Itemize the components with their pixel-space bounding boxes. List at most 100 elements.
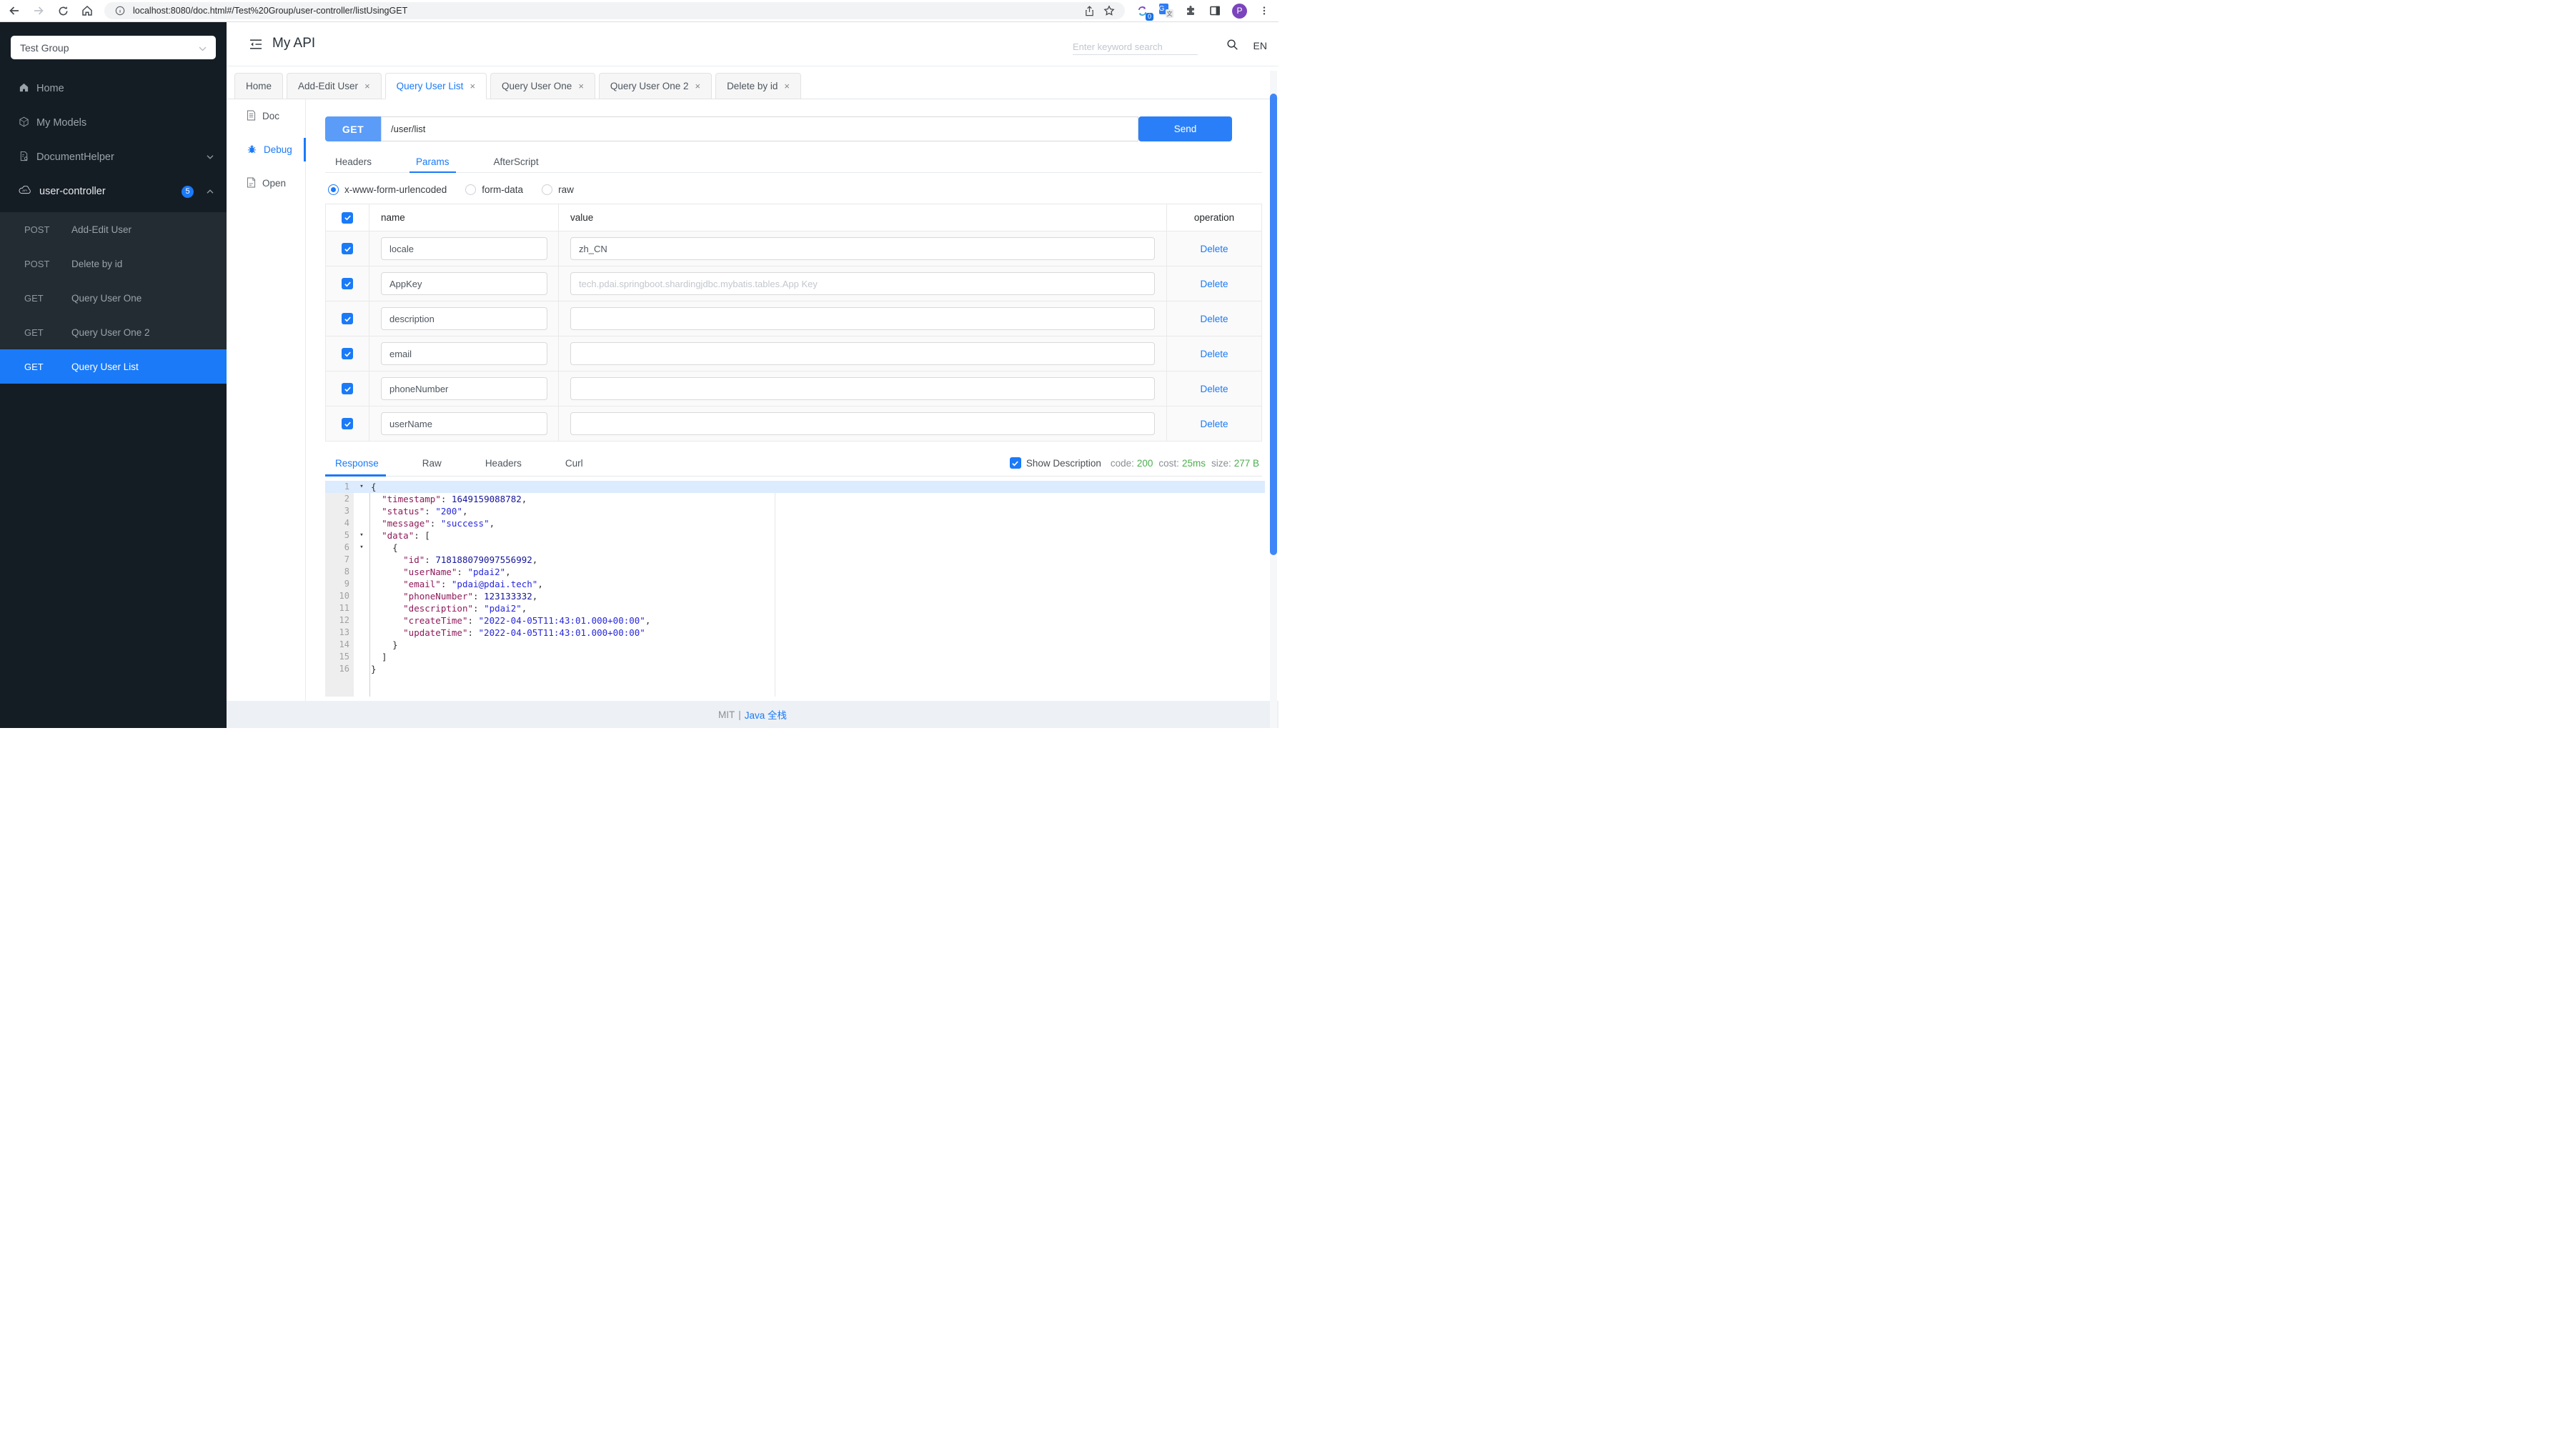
tab-query-user-one[interactable]: Query User One × — [490, 73, 595, 99]
show-description-checkbox[interactable] — [1009, 457, 1021, 469]
bookmark-star-icon[interactable] — [1102, 4, 1116, 18]
endpoint-delete-by-id[interactable]: POST Delete by id — [0, 246, 227, 281]
token-p — [371, 567, 403, 577]
footer-link[interactable]: Java 全栈 — [745, 707, 787, 722]
tool-debug[interactable]: Debug — [227, 133, 306, 166]
forward-icon[interactable] — [31, 4, 46, 18]
delete-link[interactable]: Delete — [1200, 279, 1228, 289]
param-value-input[interactable] — [570, 237, 1155, 260]
translate-icon[interactable]: G文 — [1159, 4, 1173, 18]
param-name-input[interactable] — [381, 272, 547, 295]
radio-icon[interactable] — [465, 184, 477, 195]
row-checkbox[interactable] — [342, 313, 353, 324]
token-p — [371, 591, 403, 602]
extension-loop-icon[interactable]: 0 — [1135, 4, 1153, 21]
line-number: 12 — [339, 615, 349, 625]
reload-icon[interactable] — [56, 4, 70, 18]
close-icon[interactable]: × — [784, 81, 790, 91]
row-checkbox[interactable] — [342, 243, 353, 254]
close-icon[interactable]: × — [578, 81, 584, 91]
browser-menu-icon[interactable] — [1257, 4, 1271, 18]
tab-home[interactable]: Home — [234, 73, 284, 99]
fold-toggle-icon[interactable]: ▾ — [354, 542, 369, 554]
side-panel-icon[interactable] — [1208, 4, 1222, 18]
search-input[interactable] — [1073, 39, 1198, 55]
param-value-input[interactable] — [570, 342, 1155, 365]
sidebar-item-documenthelper[interactable]: DocumentHelper — [0, 140, 227, 174]
radio-icon[interactable] — [542, 184, 553, 195]
fold-toggle-icon[interactable]: ▾ — [354, 481, 369, 493]
request-tab-headers[interactable]: Headers — [335, 151, 372, 172]
code-text: "description": "pdai2", — [369, 602, 527, 614]
close-icon[interactable]: × — [364, 81, 370, 91]
sidebar-item-home[interactable]: Home — [0, 71, 227, 106]
endpoint-add-edit-user[interactable]: POST Add-Edit User — [0, 212, 227, 246]
share-icon[interactable] — [1082, 4, 1096, 18]
param-value-input[interactable] — [570, 307, 1155, 330]
row-checkbox[interactable] — [342, 348, 353, 359]
tab-strip: Home Add-Edit User × Query User List × Query … — [227, 66, 1278, 99]
menu-fold-icon[interactable] — [249, 39, 262, 52]
response-json-editor[interactable]: 1 ▾{2 "timestamp": 1649159088782, 3 "statu… — [325, 481, 1265, 697]
delete-link[interactable]: Delete — [1200, 419, 1228, 429]
site-info-icon[interactable] — [113, 4, 127, 18]
method-label[interactable]: GET — [325, 116, 381, 141]
row-checkbox[interactable] — [342, 418, 353, 429]
select-all-checkbox[interactable] — [342, 211, 353, 224]
sidebar-item-my-models[interactable]: My Models — [0, 106, 227, 140]
delete-link[interactable]: Delete — [1200, 244, 1228, 254]
language-switch[interactable]: EN — [1253, 40, 1267, 51]
code-line-16: 16} — [325, 663, 1265, 675]
profile-avatar[interactable]: P — [1232, 3, 1247, 19]
row-checkbox[interactable] — [342, 278, 353, 289]
param-value-input[interactable] — [570, 272, 1155, 295]
scrollbar-thumb[interactable] — [1270, 94, 1277, 555]
param-name-input[interactable] — [381, 377, 547, 400]
tool-doc[interactable]: Doc — [227, 99, 305, 133]
request-tab-params[interactable]: Params — [409, 151, 455, 173]
body-type-raw[interactable]: raw — [542, 184, 574, 195]
value-cell — [559, 372, 1167, 406]
param-value-input[interactable] — [570, 377, 1155, 400]
address-bar[interactable]: localhost:8080/doc.html#/Test%20Group/us… — [104, 2, 1125, 19]
endpoint-query-user-one[interactable]: GET Query User One — [0, 281, 227, 315]
param-name-input[interactable] — [381, 307, 547, 330]
tab-delete-by-id[interactable]: Delete by id × — [715, 73, 801, 99]
search-icon[interactable] — [1226, 39, 1238, 53]
sidebar-item-user-controller[interactable]: API user-controller 5 — [0, 174, 227, 209]
body-type-form-data[interactable]: form-data — [465, 184, 523, 195]
close-icon[interactable]: × — [470, 81, 475, 91]
token-p: : — [440, 579, 452, 589]
extensions-puzzle-icon[interactable] — [1183, 4, 1198, 18]
tab-query-user-list[interactable]: Query User List × — [384, 73, 487, 99]
param-row-appkey: Delete — [326, 266, 1261, 301]
param-name-input[interactable] — [381, 342, 547, 365]
url-text[interactable]: localhost:8080/doc.html#/Test%20Group/us… — [133, 6, 407, 16]
back-icon[interactable] — [7, 4, 21, 18]
tab-query-user-one-2[interactable]: Query User One 2 × — [598, 73, 713, 99]
row-checkbox[interactable] — [342, 383, 353, 394]
send-button[interactable]: Send — [1138, 116, 1232, 141]
request-url-input[interactable] — [381, 116, 1138, 141]
response-tab-curl[interactable]: Curl — [565, 450, 583, 476]
radio-icon[interactable] — [328, 184, 339, 195]
response-tab-headers[interactable]: Headers — [485, 450, 522, 476]
close-icon[interactable]: × — [695, 81, 700, 91]
tab-add-edit-user[interactable]: Add-Edit User × — [287, 73, 382, 99]
endpoint-query-user-one-2[interactable]: GET Query User One 2 — [0, 315, 227, 349]
body-type-x-www-form-urlencoded[interactable]: x-www-form-urlencoded — [328, 184, 447, 195]
home-nav-icon[interactable] — [80, 4, 94, 18]
fold-toggle-icon[interactable]: ▾ — [354, 529, 369, 542]
delete-link[interactable]: Delete — [1200, 384, 1228, 394]
group-select[interactable]: Test Group — [11, 36, 216, 59]
response-tab-raw[interactable]: Raw — [422, 450, 442, 476]
delete-link[interactable]: Delete — [1200, 349, 1228, 359]
param-name-input[interactable] — [381, 412, 547, 435]
param-value-input[interactable] — [570, 412, 1155, 435]
response-tab-response[interactable]: Response — [325, 450, 386, 477]
request-tab-afterscript[interactable]: AfterScript — [494, 151, 539, 172]
delete-link[interactable]: Delete — [1200, 314, 1228, 324]
endpoint-query-user-list[interactable]: GET Query User List — [0, 349, 227, 384]
tool-open[interactable]: Open — [227, 166, 305, 200]
param-name-input[interactable] — [381, 237, 547, 260]
